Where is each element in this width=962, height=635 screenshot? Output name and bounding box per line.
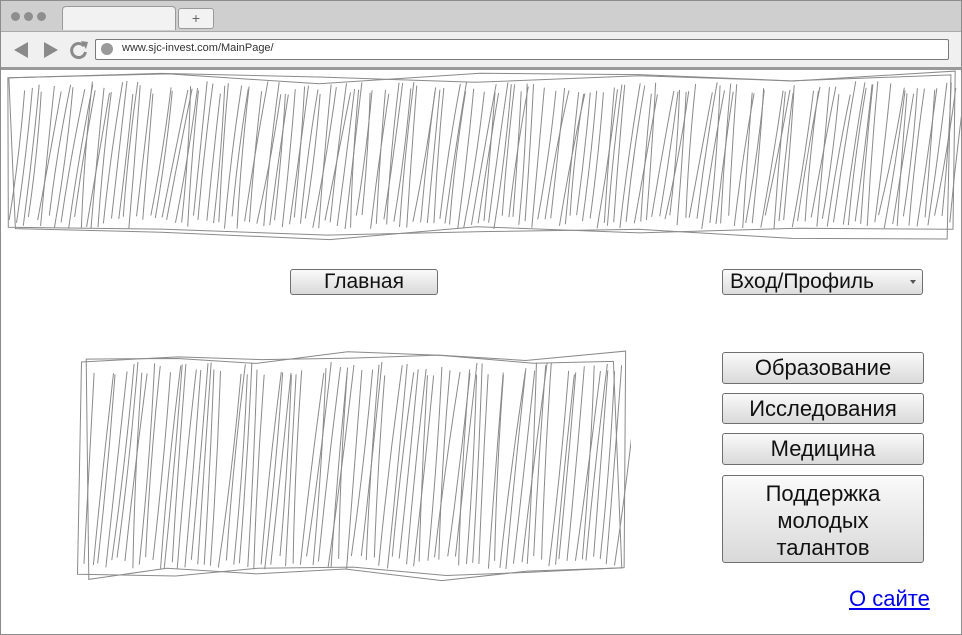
research-button[interactable]: Исследования [722,393,924,424]
window-dot-icon [11,12,20,21]
site-info-icon [101,43,113,55]
banner-image-placeholder [7,70,961,241]
about-link[interactable]: О сайте [849,586,930,612]
youth-support-button[interactable]: Поддержка молодых талантов [722,475,924,563]
address-bar[interactable]: www.sjc-invest.com/MainPage/ [95,39,949,60]
browser-tab[interactable] [62,6,176,30]
education-button[interactable]: Образование [722,352,924,384]
new-tab-button[interactable]: + [178,8,214,29]
reload-icon[interactable] [69,40,89,60]
browser-toolbar: www.sjc-invest.com/MainPage/ [1,32,961,70]
address-text: www.sjc-invest.com/MainPage/ [122,42,274,54]
home-button[interactable]: Главная [290,269,438,295]
login-profile-select[interactable]: Вход/Профиль [722,269,923,295]
login-profile-label: Вход/Профиль [730,270,874,293]
forward-icon[interactable] [41,40,61,60]
back-icon[interactable] [11,40,31,60]
medicine-button[interactable]: Медицина [722,433,924,465]
chevron-down-icon [910,280,916,284]
window-dot-icon [37,12,46,21]
window-dot-icon [24,12,33,21]
browser-window: + www.sjc-invest.com/MainPage/ Главная В… [0,0,962,635]
browser-titlebar: + [1,1,961,32]
content-image-placeholder [76,350,631,582]
